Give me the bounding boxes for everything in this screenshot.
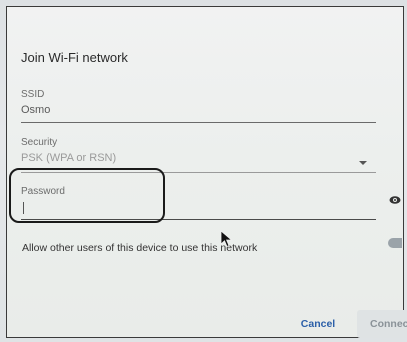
password-highlight-outline: [9, 168, 165, 223]
ssid-label: SSID: [21, 89, 45, 100]
dialog-title: Join Wi-Fi network: [21, 50, 128, 65]
security-label: Security: [21, 137, 58, 148]
cancel-button[interactable]: Cancel: [289, 310, 347, 338]
security-select[interactable]: PSK (WPA or RSN): [21, 152, 116, 164]
chevron-down-icon[interactable]: [359, 161, 367, 165]
connect-button[interactable]: Connect: [357, 310, 407, 338]
eye-icon[interactable]: [389, 195, 401, 205]
mouse-pointer-icon: [220, 230, 233, 248]
ssid-underline: [21, 122, 376, 123]
ssid-field[interactable]: Osmo: [21, 104, 50, 116]
share-network-toggle[interactable]: [388, 238, 402, 248]
